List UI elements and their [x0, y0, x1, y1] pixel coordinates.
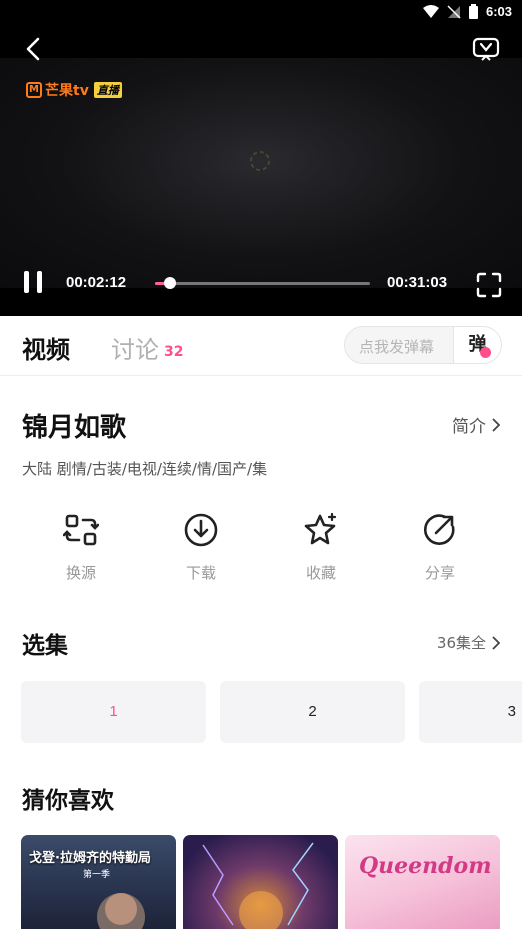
- loading-mark-icon: [250, 151, 270, 171]
- action-label: 下载: [185, 564, 216, 582]
- download-icon: [184, 513, 218, 547]
- danmaku-check-icon: [480, 347, 491, 358]
- no-signal-icon: [447, 4, 461, 19]
- tab-video[interactable]: 视频: [22, 330, 70, 365]
- action-label: 换源: [65, 564, 96, 582]
- show-title: 锦月如歌: [22, 413, 127, 443]
- action-label: 分享: [424, 564, 455, 582]
- chevron-right-icon: [492, 417, 500, 432]
- episode-button[interactable]: 3: [419, 681, 522, 743]
- action-row: 换源 下载 收藏 分享: [0, 512, 522, 592]
- episode-button[interactable]: 1: [21, 681, 206, 743]
- poster-title: 戈登·拉姆齐的特勤局: [29, 851, 151, 866]
- intro-label: 简介: [452, 417, 486, 437]
- player-top-bar: [0, 26, 522, 66]
- recommend-poster[interactable]: [183, 835, 338, 929]
- player-controls: 00:02:12 00:31:03: [0, 269, 522, 299]
- tv-cast-icon[interactable]: [472, 36, 500, 62]
- share-button[interactable]: 分享: [400, 512, 480, 583]
- mgtv-m-icon: M: [26, 82, 42, 98]
- live-badge: 直播: [93, 82, 122, 98]
- pause-bar-right: [37, 271, 42, 293]
- recommend-poster[interactable]: 戈登·拉姆齐的特勤局 第一季: [21, 835, 176, 929]
- episodes-section-title: 选集: [22, 633, 68, 659]
- content-tabs-bar: 视频 讨论 32 点我发弹幕 弹: [0, 316, 522, 376]
- progress-bar[interactable]: [155, 277, 370, 289]
- show-tags: 大陆 剧情/古装/电视/连续/情/国产/集: [22, 460, 268, 478]
- switch-source-icon: [63, 514, 99, 546]
- share-icon: [423, 514, 455, 545]
- brand-text: 芒果tv: [45, 83, 89, 99]
- danmaku-box: 点我发弹幕 弹: [344, 326, 502, 364]
- back-arrow-icon[interactable]: [22, 36, 48, 62]
- danmaku-toggle-button[interactable]: 弹: [453, 327, 501, 363]
- poster-title: Queendom: [359, 853, 492, 879]
- battery-icon: [468, 4, 478, 19]
- tab-discuss[interactable]: 讨论: [111, 330, 159, 365]
- action-label: 收藏: [305, 564, 336, 582]
- switch-source-button[interactable]: 换源: [41, 512, 121, 583]
- danmaku-input[interactable]: 点我发弹幕: [359, 336, 434, 357]
- status-bar: 6:03: [0, 0, 522, 26]
- chevron-right-icon: [492, 635, 500, 650]
- star-icon: [304, 512, 337, 545]
- recommend-section-title: 猜你喜欢: [22, 788, 114, 814]
- video-player[interactable]: M 芒果tv 直播 00:02:12 00:31:03: [0, 26, 522, 316]
- mgtv-logo: M 芒果tv 直播: [26, 80, 122, 100]
- wifi-icon: [422, 4, 439, 18]
- total-time: 00:31:03: [387, 274, 448, 291]
- all-episodes-link[interactable]: 36集全: [437, 632, 500, 653]
- discuss-count-badge: 32: [164, 344, 184, 360]
- pause-bar-left: [24, 271, 29, 293]
- pause-button[interactable]: [23, 271, 45, 295]
- download-button[interactable]: 下载: [161, 512, 241, 583]
- poster-art: [202, 842, 314, 929]
- all-episodes-label: 36集全: [436, 634, 486, 652]
- recommend-poster[interactable]: Queendom: [345, 835, 500, 929]
- fullscreen-icon[interactable]: [476, 272, 502, 298]
- episode-button[interactable]: 2: [220, 681, 405, 743]
- current-time: 00:02:12: [66, 274, 127, 291]
- status-time: 6:03: [485, 4, 512, 19]
- favorite-button[interactable]: 收藏: [281, 512, 361, 583]
- poster-face-art: [97, 893, 145, 929]
- intro-link[interactable]: 简介: [452, 412, 500, 437]
- progress-thumb[interactable]: [164, 277, 177, 289]
